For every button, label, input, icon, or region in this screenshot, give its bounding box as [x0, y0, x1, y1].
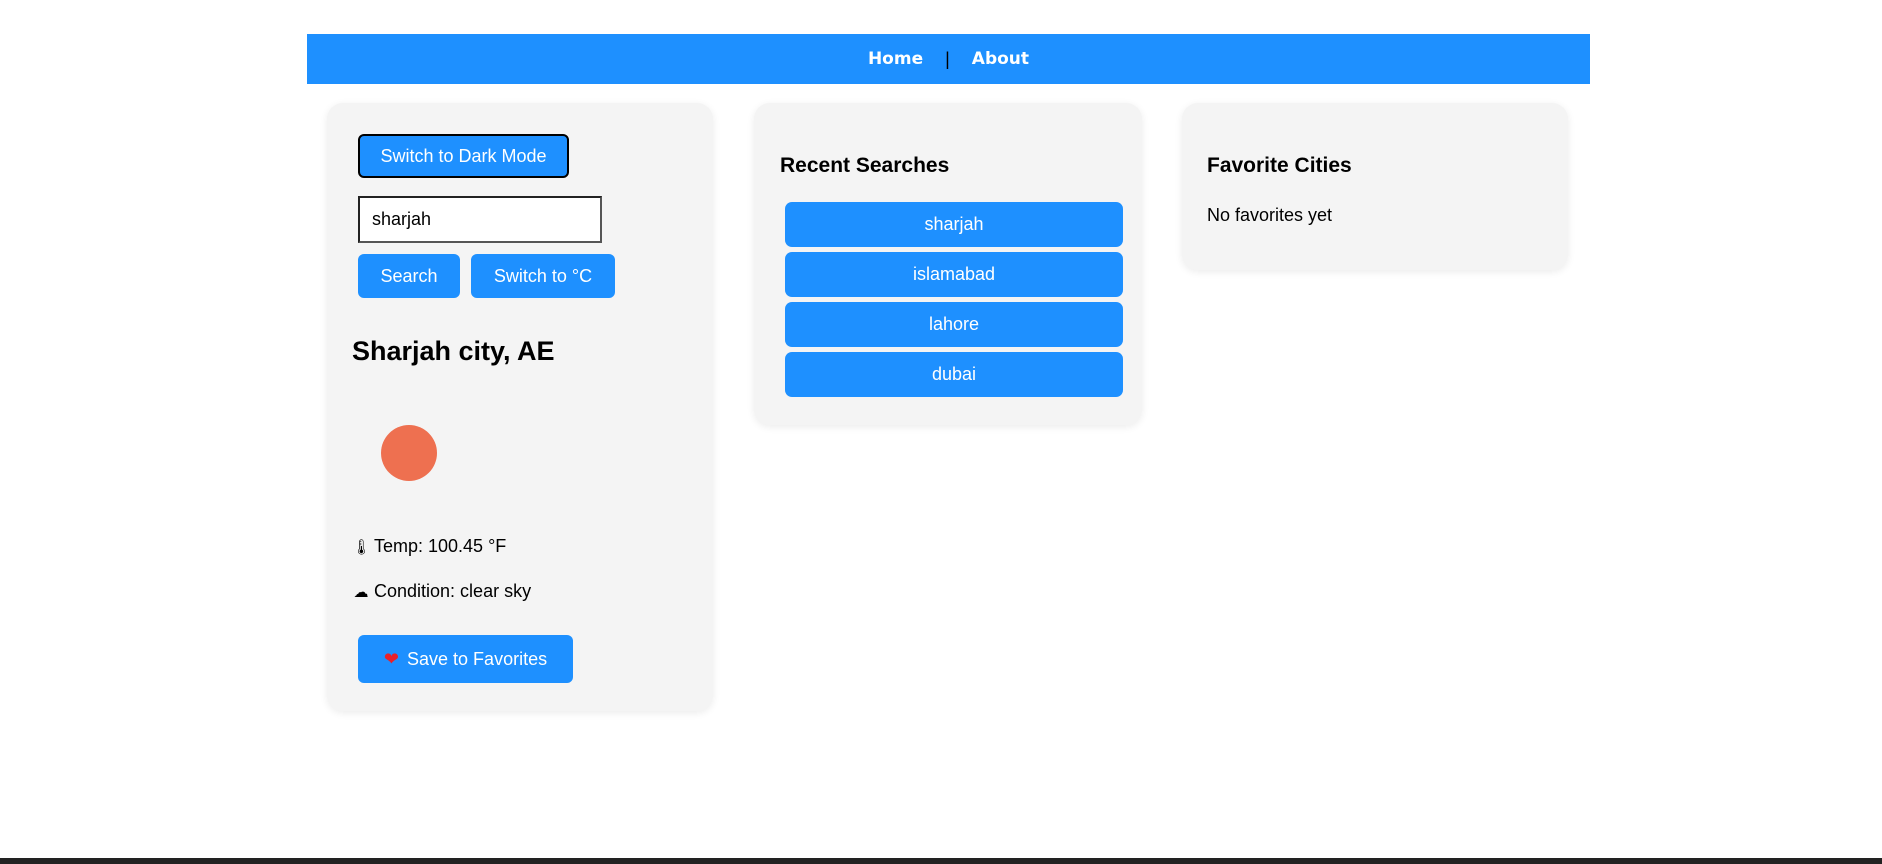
- search-button[interactable]: Search: [358, 254, 460, 298]
- recent-searches-heading: Recent Searches: [780, 154, 950, 177]
- recent-search-item[interactable]: sharjah: [785, 202, 1123, 247]
- bottom-bar: [0, 858, 1882, 864]
- nav-home-link[interactable]: Home: [868, 49, 923, 69]
- no-favorites-text: No favorites yet: [1207, 205, 1333, 225]
- cloud-icon: ☁: [353, 582, 369, 601]
- top-nav: Home | About: [307, 34, 1590, 84]
- weather-card: [327, 103, 713, 711]
- city-search-input[interactable]: [358, 196, 602, 243]
- favorite-cities-heading: Favorite Cities: [1207, 154, 1352, 177]
- heart-icon: ❤: [383, 648, 400, 670]
- temperature-line: 🌡 Temp: 100.45 °F: [352, 536, 506, 557]
- thermometer-icon: 🌡: [352, 537, 372, 556]
- recent-search-item[interactable]: lahore: [785, 302, 1123, 347]
- save-to-favorites-button[interactable]: ❤ Save to Favorites: [358, 635, 573, 683]
- temperature-text: Temp: 100.45 °F: [374, 536, 507, 556]
- condition-text: Condition: clear sky: [374, 581, 532, 601]
- unit-toggle-button[interactable]: Switch to °C: [471, 254, 615, 298]
- recent-searches-list: sharjah islamabad lahore dubai: [785, 202, 1123, 402]
- sun-icon: [381, 425, 437, 481]
- save-to-favorites-label: Save to Favorites: [407, 648, 548, 669]
- condition-line: ☁ Condition: clear sky: [352, 581, 532, 602]
- recent-search-item[interactable]: dubai: [785, 352, 1123, 397]
- dark-mode-toggle-button[interactable]: Switch to Dark Mode: [358, 134, 569, 178]
- favorite-cities-card: [1182, 103, 1568, 270]
- nav-about-link[interactable]: About: [972, 49, 1029, 69]
- city-title: Sharjah city, AE: [352, 336, 555, 366]
- recent-search-item[interactable]: islamabad: [785, 252, 1123, 297]
- nav-separator: |: [945, 48, 950, 69]
